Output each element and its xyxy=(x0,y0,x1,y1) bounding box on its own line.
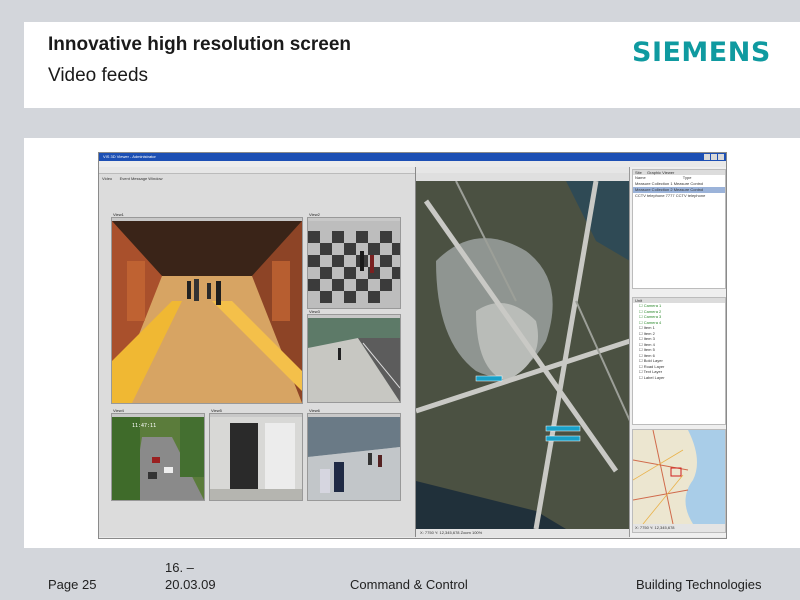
video-view-3[interactable]: View3 xyxy=(307,309,401,403)
map-pane[interactable]: Location Overview Map Device Tree Securi… xyxy=(415,167,630,537)
view-label: View6 xyxy=(309,408,320,413)
object-list-panel: Site Graphic Viewer Name Type Measure Co… xyxy=(632,169,726,289)
minimap-status: X: 7750 Y: 12,345,678 xyxy=(633,524,725,532)
window-titlebar: VIS 3D Viewer - Administrator xyxy=(99,153,726,161)
train-platform-feed xyxy=(308,318,400,402)
list-item[interactable]: CCTV telephone 7777 CCTV telephone xyxy=(633,193,725,199)
map-status-bar: X: 7750 Y: 12,345,678 Zoom 100% xyxy=(416,529,630,537)
tab-video[interactable]: Video xyxy=(102,176,112,181)
maximize-button[interactable] xyxy=(711,154,717,160)
siemens-logo: SIEMENS xyxy=(632,37,771,68)
svg-text:11:47:11: 11:47:11 xyxy=(132,423,156,429)
lobby-feed xyxy=(308,221,400,308)
video-view-2[interactable]: View2 xyxy=(307,212,401,309)
layer-tree-panel: Unit Camera 1 Camera 2 Camera 3 Camera 4… xyxy=(632,297,726,425)
column-type: Type xyxy=(682,175,692,180)
view-label: View5 xyxy=(211,408,222,413)
street-feed: 11:47:11 xyxy=(112,417,204,500)
airport-satellite-map[interactable] xyxy=(416,181,630,529)
subway-platform-feed xyxy=(112,221,302,403)
close-button[interactable] xyxy=(718,154,724,160)
footer-center-text: Command & Control xyxy=(350,577,468,592)
overview-minimap[interactable]: X: 7750 Y: 12,345,678 xyxy=(632,429,726,533)
view-label: View3 xyxy=(309,309,320,314)
slide-subtitle: Video feeds xyxy=(48,65,149,86)
slide-title: Innovative high resolution screen xyxy=(48,34,352,55)
view-label: View2 xyxy=(309,212,320,217)
date-line-2: 20.03.09 xyxy=(165,577,216,592)
tree-item[interactable]: Label Layer xyxy=(633,375,725,381)
video-view-4[interactable]: View4 11:47:11 xyxy=(111,408,205,501)
view-label: View1 xyxy=(113,212,124,217)
city-map xyxy=(633,430,725,525)
video-pane: Video Event Message Window View1 View2 V… xyxy=(99,167,415,537)
corridor-feed xyxy=(210,417,302,500)
concourse-feed xyxy=(308,417,400,500)
minimize-button[interactable] xyxy=(704,154,710,160)
app-window: VIS 3D Viewer - Administrator System Vie… xyxy=(98,152,727,539)
video-tabs: Video Event Message Window xyxy=(99,167,415,181)
right-pane: Site Graphic Viewer Name Type Measure Co… xyxy=(629,167,726,537)
page-number: Page 25 xyxy=(48,577,97,592)
video-view-1[interactable]: View1 xyxy=(111,212,303,404)
video-view-5[interactable]: View5 xyxy=(209,408,303,501)
view-label: View4 xyxy=(113,408,124,413)
video-view-6[interactable]: View6 xyxy=(307,408,401,501)
footer-right-text: Building Technologies xyxy=(636,577,762,592)
column-name: Name xyxy=(635,175,646,180)
window-title: VIS 3D Viewer - Administrator xyxy=(103,154,156,159)
date-line-1: 16. – xyxy=(165,560,194,575)
tab-event-message[interactable]: Event Message Window xyxy=(120,176,163,181)
